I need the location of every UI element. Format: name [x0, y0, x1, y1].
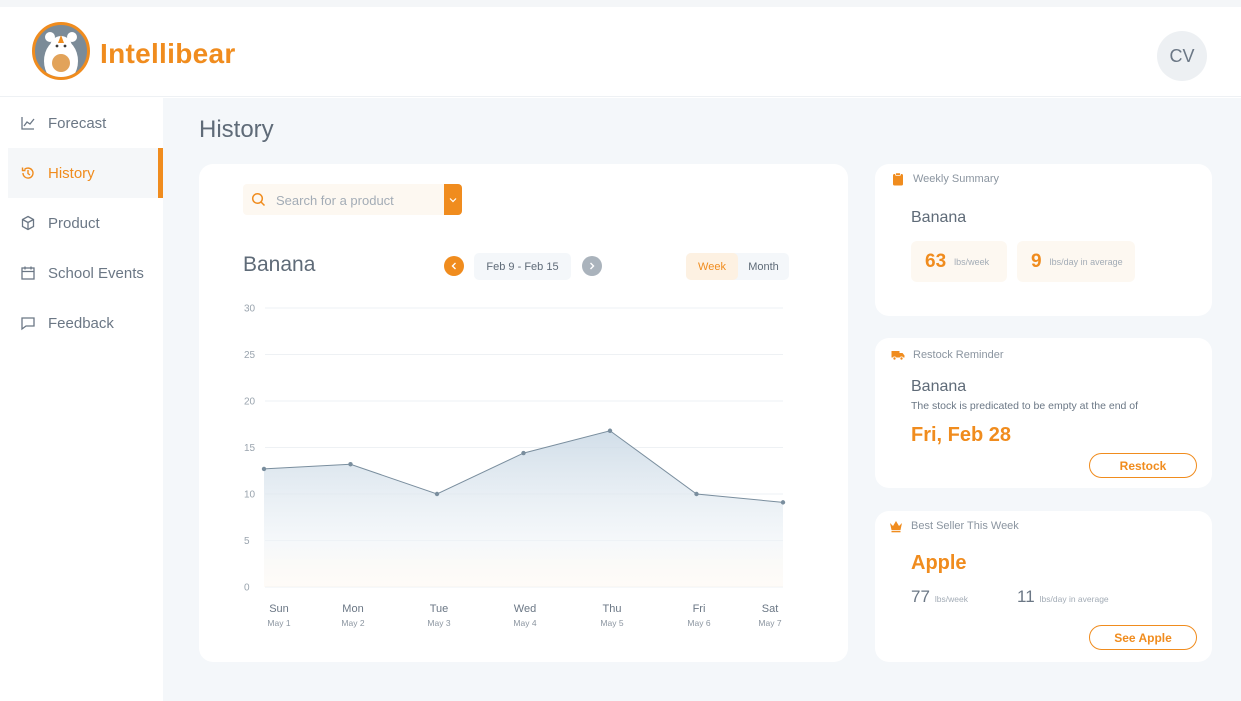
daily-average-unit: lbs/day in average [1049, 256, 1123, 267]
best-seller-weekly-stat: 77 lbs/week [911, 587, 968, 607]
bear-logo-icon[interactable] [32, 22, 90, 80]
y-tick-label: 30 [244, 304, 256, 315]
sidebar-item-product[interactable]: Product [8, 198, 163, 248]
weekly-total-stat: 63 lbs/week [911, 241, 1007, 282]
brand-name: Intellibear [100, 38, 236, 69]
x-tick-sublabel: May 4 [513, 618, 536, 628]
cube-icon [21, 215, 35, 231]
x-tick-sublabel: May 2 [341, 618, 364, 628]
previous-week-button[interactable] [444, 256, 464, 276]
data-point[interactable] [607, 428, 613, 433]
weekly-summary-title: Weekly Summary [913, 173, 999, 185]
y-tick-label: 25 [244, 350, 256, 361]
search-icon [251, 192, 266, 207]
x-tick-sublabel: May 1 [267, 618, 290, 628]
y-tick-label: 0 [244, 583, 250, 594]
message-icon [21, 317, 35, 331]
y-tick-label: 20 [244, 397, 256, 408]
best-seller-daily-value: 11 [1017, 587, 1035, 606]
restock-reminder-title: Restock Reminder [913, 349, 1004, 361]
weekly-total-value: 63 [925, 250, 947, 272]
best-seller-weekly-value: 77 [911, 587, 930, 606]
x-tick-sublabel: May 5 [600, 618, 623, 628]
weekly-summary-product: Banana [911, 209, 967, 226]
x-tick-label: Tue [430, 603, 449, 615]
restock-date: Fri, Feb 28 [911, 424, 1012, 446]
user-avatar[interactable]: CV [1157, 31, 1207, 81]
x-tick-label: Thu [603, 603, 622, 615]
sidebar-item-forecast[interactable]: Forecast [8, 98, 163, 148]
weekly-total-unit: lbs/week [954, 256, 990, 267]
x-tick-label: Mon [342, 603, 363, 615]
line-chart-icon [21, 117, 35, 130]
y-tick-label: 5 [244, 536, 250, 547]
x-tick-label: Fri [693, 603, 706, 615]
best-seller-title: Best Seller This Week [911, 520, 1019, 532]
sidebar-item-label: School Events [48, 264, 144, 282]
x-tick-sublabel: May 3 [427, 618, 450, 628]
period-toggle: Week Month [686, 253, 789, 280]
crown-icon [890, 521, 902, 533]
date-range-label: Feb 9 - Feb 15 [474, 253, 571, 280]
sidebar-item-school-events[interactable]: School Events [8, 248, 163, 298]
data-point[interactable] [434, 491, 440, 497]
sidebar: Forecast History Product School Events F… [8, 98, 163, 701]
month-toggle-button[interactable]: Month [738, 253, 789, 280]
clipboard-icon [893, 172, 903, 186]
see-best-seller-button[interactable]: See Apple [1089, 625, 1197, 650]
best-seller-daily-unit: lbs/day in average [1039, 594, 1109, 604]
data-point[interactable] [694, 491, 699, 497]
sidebar-item-label: Product [48, 214, 100, 232]
history-area-chart: 0 5 10 15 20 25 30 Sun May 1 Mon May 2 Tue May 3 Wed M… [244, 304, 786, 628]
week-toggle-button[interactable]: Week [686, 253, 738, 280]
history-icon [21, 167, 34, 179]
y-tick-label: 15 [244, 443, 256, 454]
x-tick-sublabel: May 7 [758, 618, 781, 628]
data-point[interactable] [521, 450, 526, 456]
data-point[interactable] [261, 466, 267, 472]
sidebar-item-label: History [48, 164, 95, 182]
best-seller-weekly-unit: lbs/week [934, 594, 968, 604]
best-seller-daily-stat: 11 lbs/day in average [1017, 587, 1109, 607]
next-week-button[interactable] [582, 256, 602, 276]
daily-average-stat: 9 lbs/day in average [1017, 241, 1135, 282]
sidebar-item-label: Feedback [48, 314, 114, 332]
page-title: History [199, 116, 274, 143]
chart-product-title: Banana [243, 253, 316, 276]
search-dropdown-button[interactable] [444, 184, 462, 215]
chevron-left-icon [451, 262, 456, 270]
top-bar: Intellibear CV [0, 0, 1241, 97]
x-tick-label: Wed [514, 603, 536, 615]
chevron-down-icon [449, 197, 457, 202]
sidebar-item-history[interactable]: History [8, 148, 163, 198]
sidebar-item-label: Forecast [48, 114, 107, 132]
chevron-right-icon [590, 262, 595, 270]
restock-description: The stock is predicated to be empty at t… [911, 400, 1139, 412]
x-tick-sublabel: May 6 [687, 618, 710, 628]
restock-product: Banana [911, 378, 967, 395]
best-seller-header: Best Seller This Week [889, 519, 1019, 533]
x-tick-label: Sat [762, 603, 779, 615]
search-input[interactable] [276, 190, 436, 210]
data-point[interactable] [780, 500, 786, 505]
truck-icon [891, 351, 905, 361]
calendar-icon [21, 266, 35, 280]
data-point[interactable] [348, 462, 353, 467]
best-seller-product: Apple [911, 552, 967, 574]
daily-average-value: 9 [1031, 250, 1042, 272]
weekly-summary-header: Weekly Summary [891, 172, 999, 186]
weekly-summary-card [875, 164, 1212, 316]
restock-button[interactable]: Restock [1089, 453, 1197, 478]
restock-reminder-header: Restock Reminder [891, 348, 1003, 362]
x-tick-label: Sun [269, 603, 289, 615]
product-search [243, 184, 462, 215]
sidebar-item-feedback[interactable]: Feedback [8, 298, 163, 348]
y-tick-label: 10 [244, 490, 256, 501]
